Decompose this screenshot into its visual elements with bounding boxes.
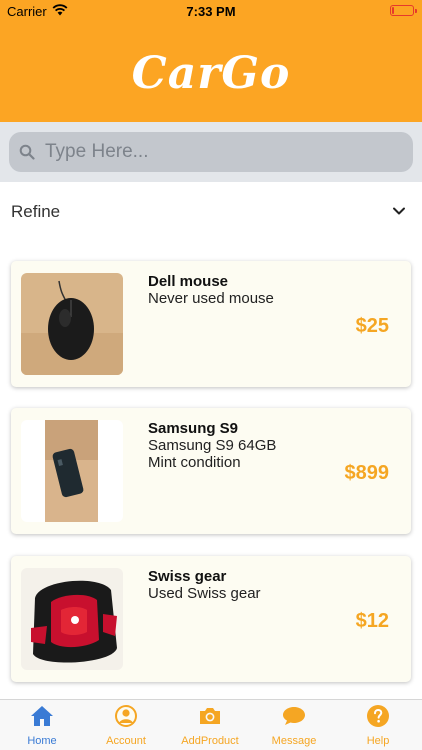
tab-label: Home (27, 735, 57, 747)
product-card[interactable]: Swiss gear Used Swiss gear $12 (11, 556, 411, 682)
backpack-photo (21, 568, 123, 670)
product-description: Samsung S9 64GB Mint condition (148, 437, 276, 471)
refine-label: Refine (11, 202, 61, 221)
status-bar: Carrier 7:33 PM (0, 0, 422, 22)
tab-label: AddProduct (181, 735, 239, 747)
product-price: $899 (344, 462, 390, 484)
tab-bar: Home Account AddProduct Message Help (0, 699, 422, 750)
search-input[interactable] (45, 132, 401, 172)
clock: 7:33 PM (186, 4, 236, 19)
description-line: Mint condition (148, 454, 241, 471)
product-price: $12 (355, 610, 389, 632)
search-field[interactable] (9, 132, 413, 172)
product-title: Samsung S9 (148, 420, 239, 437)
product-description: Used Swiss gear (148, 585, 261, 602)
tab-label: Account (106, 735, 146, 747)
description-line: Used Swiss gear (148, 585, 261, 602)
account-icon (115, 705, 137, 727)
app-header: Carrier 7:33 PM CarGo (0, 0, 422, 122)
product-title: Dell mouse (148, 273, 229, 290)
product-description: Never used mouse (148, 290, 274, 307)
tab-home[interactable]: Home (0, 700, 84, 750)
mouse-photo (21, 273, 123, 375)
search-icon (19, 144, 35, 160)
search-bar (0, 122, 422, 182)
app-logo: CarGo (131, 48, 291, 99)
home-icon (31, 706, 53, 726)
product-card[interactable]: Dell mouse Never used mouse $25 (11, 261, 411, 387)
phone-photo (21, 420, 123, 522)
description-line: Samsung S9 64GB (148, 437, 277, 454)
tab-message[interactable]: Message (252, 700, 336, 750)
product-image (21, 568, 123, 670)
battery-icon (390, 5, 417, 16)
product-card[interactable]: Samsung S9 Samsung S9 64GB Mint conditio… (11, 408, 411, 534)
product-title: Swiss gear (148, 568, 227, 585)
chat-icon (283, 707, 305, 725)
refine-dropdown[interactable]: Refine (0, 182, 422, 242)
tab-account[interactable]: Account (84, 700, 168, 750)
chevron-down-icon[interactable] (392, 204, 406, 218)
help-icon (367, 705, 389, 727)
camera-icon (200, 708, 220, 724)
tab-help[interactable]: Help (336, 700, 420, 750)
tab-addproduct[interactable]: AddProduct (168, 700, 252, 750)
product-list: Dell mouse Never used mouse $25 Samsung … (0, 242, 422, 698)
tab-label: Message (271, 735, 317, 747)
product-price: $25 (355, 315, 389, 337)
product-image (21, 420, 123, 522)
description-line: Never used mouse (148, 290, 274, 307)
product-image (21, 273, 123, 375)
tab-label: Help (366, 735, 390, 747)
